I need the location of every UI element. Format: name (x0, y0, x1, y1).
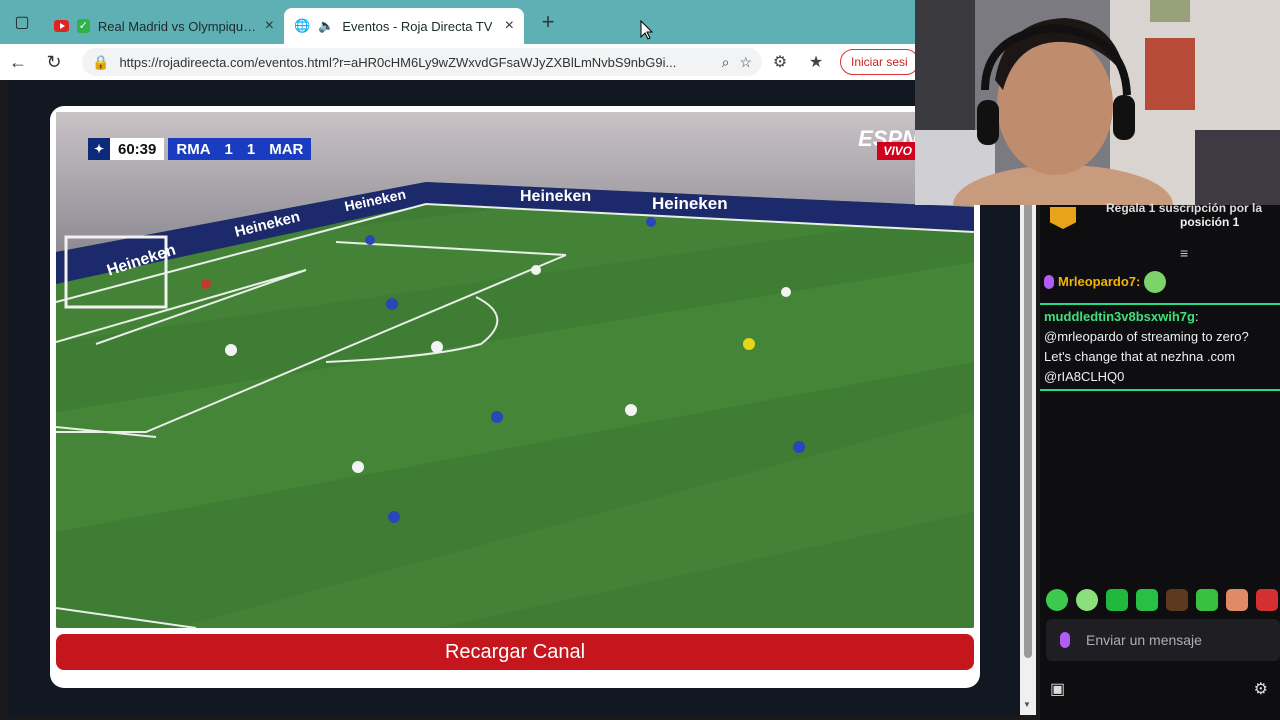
away-score: 1 (246, 140, 256, 158)
home-team: RMA (176, 140, 211, 158)
champions-league-icon: ✦ (88, 138, 110, 160)
back-icon[interactable]: ← (0, 44, 36, 80)
match-clock: 60:39 (110, 138, 165, 160)
frog-emote-icon[interactable] (1196, 589, 1218, 611)
close-tab-icon[interactable]: × (505, 17, 514, 35)
chat-toolbar: ▣ ⚙ (1040, 675, 1280, 705)
bear-emote-icon[interactable] (1166, 589, 1188, 611)
frog-emote-icon[interactable] (1106, 589, 1128, 611)
new-tab-button[interactable]: + (530, 4, 566, 40)
streamer-camera-image (915, 0, 1280, 205)
chat-input[interactable]: Enviar un mensaje (1046, 619, 1280, 661)
frog-emote-icon[interactable] (1136, 589, 1158, 611)
reload-channel-button[interactable]: Recargar Canal (56, 634, 974, 670)
sign-in-button[interactable]: Iniciar sesi (840, 49, 919, 75)
player-frame: Heineken Heineken Heineken Heineken Hein… (50, 106, 980, 688)
frog-emote-icon[interactable] (1046, 589, 1068, 611)
chat-message: muddledtin3v8bsxwih7g: @mrleopardo of st… (1040, 303, 1280, 391)
chat-panel: Regala 1 suscripción por la posición 1 ≡… (1040, 201, 1280, 720)
face-emote-icon[interactable] (1226, 589, 1248, 611)
favorites-icon[interactable]: ★ (798, 44, 834, 80)
favorite-star-icon[interactable]: ☆ (739, 54, 752, 71)
extensions-icon[interactable]: ⚙ (762, 44, 798, 80)
crest-icon (1050, 207, 1076, 229)
ad-board-text: Heineken (520, 188, 592, 205)
reload-icon[interactable]: ↻ (36, 44, 72, 80)
skull-emote-icon[interactable] (1076, 589, 1098, 611)
home-score: 1 (224, 140, 233, 158)
site-info-icon[interactable]: 🔒 (92, 54, 109, 71)
tab-real-madrid[interactable]: ✓ Real Madrid vs Olympique de × (44, 8, 284, 44)
mic-icon (1060, 632, 1070, 648)
webcam-overlay (915, 0, 1280, 205)
chat-input-placeholder: Enviar un mensaje (1086, 632, 1202, 648)
gift-sub-banner[interactable]: Regala 1 suscripción por la posición 1 (1040, 201, 1280, 241)
tab-actions-icon[interactable]: ▢ (0, 0, 44, 44)
globe-icon: 🌐 (294, 18, 311, 33)
away-team: MAR (269, 140, 304, 158)
live-badge: VIVO (877, 142, 918, 160)
tab-title: Real Madrid vs Olympique de (97, 18, 257, 34)
store-icon[interactable]: ▣ (1050, 679, 1065, 699)
skull-emote-icon (1144, 271, 1167, 293)
mouse-cursor-icon (640, 20, 654, 40)
banner-text: Regala 1 suscripción por la (1106, 201, 1263, 215)
ad-board-text: Heineken (652, 194, 728, 213)
url-text: https://rojadireecta.com/eventos.html?r=… (119, 54, 677, 70)
checkmark-icon: ✓ (76, 19, 90, 33)
tab-eventos[interactable]: 🌐 🔈 Eventos - Roja Directa TV × (284, 8, 524, 44)
banner-position: posición 1 (1180, 215, 1240, 229)
page-content: Heineken Heineken Heineken Heineken Hein… (8, 80, 1020, 715)
robot-emote-icon[interactable] (1256, 589, 1278, 611)
scroll-down-icon[interactable]: ▼ (1023, 700, 1031, 709)
address-bar: ← ↻ 🔒 https://rojadireecta.com/eventos.h… (0, 44, 1040, 80)
url-field[interactable]: 🔒 https://rojadireecta.com/eventos.html?… (82, 48, 762, 76)
close-tab-icon[interactable]: × (265, 17, 274, 35)
football-pitch (56, 112, 974, 628)
emote-bar (1046, 589, 1278, 611)
mic-badge-icon (1044, 275, 1054, 289)
team-scores: RMA 1 1 MAR (168, 138, 312, 160)
zoom-icon[interactable]: ⌕ (722, 54, 730, 71)
screen: ▢ ✓ Real Madrid vs Olympique de × 🌐 🔈 Ev… (0, 0, 1280, 720)
chat-message: Mrleopardo7: (1040, 271, 1167, 293)
scoreboard: ✦ 60:39 RMA 1 1 MAR (88, 138, 312, 160)
chat-username[interactable]: Mrleopardo7: (1058, 272, 1140, 292)
collapse-icon[interactable]: ≡ (1180, 245, 1188, 261)
chat-username[interactable]: muddledtin3v8bsxwih7g (1044, 309, 1195, 324)
speaker-icon[interactable]: 🔈 (318, 18, 334, 34)
browser-tab-strip: ▢ ✓ Real Madrid vs Olympique de × 🌐 🔈 Ev… (0, 0, 1040, 44)
video-player[interactable]: Heineken Heineken Heineken Heineken Hein… (56, 112, 974, 628)
youtube-icon (54, 20, 69, 32)
gear-icon[interactable]: ⚙ (1254, 679, 1268, 699)
tab-title: Eventos - Roja Directa TV (342, 18, 493, 34)
